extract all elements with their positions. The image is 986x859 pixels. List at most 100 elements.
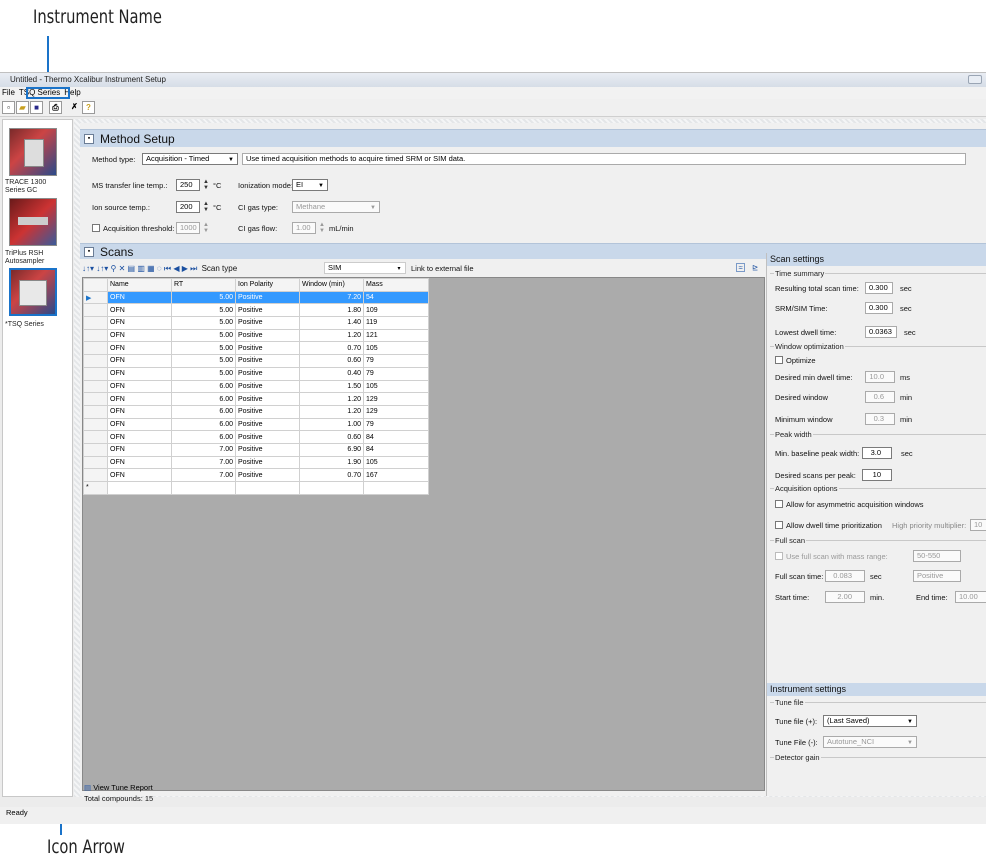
- scan-type-select[interactable]: SIM ▾: [324, 262, 406, 274]
- table-cell[interactable]: 5.00: [171, 290, 236, 305]
- minimum-window-input[interactable]: 0.3: [865, 413, 895, 425]
- table-row[interactable]: ▶ OFN 5.00 Positive 7.20 54: [83, 290, 429, 305]
- table-cell[interactable]: Positive: [235, 290, 300, 305]
- spinner-icon[interactable]: ▲ ▼: [201, 222, 211, 234]
- sort-desc-icon[interactable]: ↓↑▾: [96, 264, 108, 273]
- new-icon[interactable]: ▫: [2, 101, 15, 114]
- row-header[interactable]: [83, 417, 108, 432]
- table-cell[interactable]: 121: [363, 328, 429, 343]
- spinner-icon[interactable]: ▲ ▼: [317, 222, 327, 234]
- table-cell[interactable]: 5.00: [171, 354, 236, 368]
- row-header[interactable]: ▶: [83, 290, 108, 305]
- table-cell[interactable]: 7.00: [171, 442, 236, 457]
- dwell-prioritization-checkbox[interactable]: [775, 521, 783, 529]
- table-cell[interactable]: 129: [363, 392, 429, 406]
- row-header[interactable]: [83, 442, 108, 457]
- tune-plus-select[interactable]: (Last Saved) ▼: [823, 715, 917, 727]
- delete-icon[interactable]: ✕: [119, 264, 126, 273]
- table-cell[interactable]: 7.00: [171, 455, 236, 470]
- paste-icon[interactable]: ▥: [137, 264, 145, 273]
- collapse-icon[interactable]: ▪: [84, 134, 94, 144]
- column-header[interactable]: Ion Polarity: [235, 278, 300, 292]
- spinner-icon[interactable]: ▲ ▼: [201, 179, 211, 191]
- table-cell[interactable]: 79: [363, 417, 429, 432]
- table-cell[interactable]: 84: [363, 430, 429, 444]
- gc-instrument-icon[interactable]: [9, 128, 57, 176]
- table-row[interactable]: OFN 5.00 Positive 0.40 79: [83, 366, 429, 381]
- acq-threshold-checkbox[interactable]: [92, 224, 100, 232]
- asymmetric-checkbox[interactable]: [775, 500, 783, 508]
- start-time-input[interactable]: 2.00: [825, 591, 865, 603]
- table-cell[interactable]: 129: [363, 404, 429, 419]
- row-header[interactable]: [83, 379, 108, 394]
- table-cell[interactable]: 105: [363, 455, 429, 470]
- pin-icon[interactable]: ⊵: [752, 263, 758, 272]
- table-row[interactable]: OFN 7.00 Positive 0.70 167: [83, 468, 429, 482]
- table-cell[interactable]: 79: [363, 366, 429, 381]
- optimize-checkbox[interactable]: [775, 356, 783, 364]
- row-header[interactable]: [83, 341, 108, 356]
- table-cell[interactable]: OFN: [107, 417, 172, 432]
- table-cell[interactable]: 105: [363, 341, 429, 356]
- table-cell[interactable]: Positive: [235, 468, 300, 482]
- table-cell[interactable]: 6.00: [171, 417, 236, 432]
- table-cell[interactable]: Positive: [235, 430, 300, 444]
- table-cell[interactable]: 79: [363, 354, 429, 368]
- table-cell[interactable]: 6.00: [171, 430, 236, 444]
- table-cell[interactable]: Positive: [235, 328, 300, 343]
- table-cell[interactable]: OFN: [107, 404, 172, 419]
- table-cell[interactable]: Positive: [235, 303, 300, 318]
- table-cell[interactable]: OFN: [107, 341, 172, 356]
- minimize-button[interactable]: [968, 75, 982, 84]
- find-icon[interactable]: ⚲: [111, 264, 117, 273]
- first-record-icon[interactable]: ⏮: [164, 264, 171, 273]
- table-row[interactable]: OFN 5.00 Positive 1.80 109: [83, 303, 429, 318]
- ci-gas-flow-input[interactable]: 1.00: [292, 222, 316, 234]
- table-row[interactable]: OFN 6.00 Positive 1.50 105: [83, 379, 429, 394]
- table-row[interactable]: OFN 5.00 Positive 0.60 79: [83, 354, 429, 368]
- table-cell[interactable]: OFN: [107, 379, 172, 394]
- menu-file[interactable]: File: [0, 88, 17, 97]
- link-external-file[interactable]: Link to external file: [411, 264, 474, 273]
- table-cell[interactable]: 1.20: [299, 328, 364, 343]
- table-cell[interactable]: OFN: [107, 328, 172, 343]
- row-header[interactable]: [83, 468, 108, 482]
- table-cell[interactable]: 1.90: [299, 455, 364, 470]
- table-cell[interactable]: Positive: [235, 404, 300, 419]
- spinner-icon[interactable]: ▲ ▼: [201, 201, 211, 213]
- refresh-icon[interactable]: ◌: [157, 264, 162, 273]
- row-header[interactable]: [83, 404, 108, 419]
- table-cell[interactable]: OFN: [107, 430, 172, 444]
- open-icon[interactable]: ▰: [16, 101, 29, 114]
- table-cell[interactable]: 119: [363, 316, 429, 330]
- table-cell[interactable]: 109: [363, 303, 429, 318]
- row-header[interactable]: [83, 366, 108, 381]
- high-priority-input[interactable]: 10: [970, 519, 986, 531]
- table-cell[interactable]: 1.20: [299, 392, 364, 406]
- autosampler-instrument-icon[interactable]: [9, 198, 57, 246]
- table-cell[interactable]: 0.40: [299, 366, 364, 381]
- row-header[interactable]: [83, 354, 108, 368]
- import-icon[interactable]: ▦: [147, 264, 155, 273]
- table-cell[interactable]: OFN: [107, 468, 172, 482]
- table-row[interactable]: OFN 5.00 Positive 0.70 105: [83, 341, 429, 356]
- table-row[interactable]: OFN 6.00 Positive 0.60 84: [83, 430, 429, 444]
- table-row[interactable]: OFN 6.00 Positive 1.00 79: [83, 417, 429, 432]
- table-cell[interactable]: Positive: [235, 354, 300, 368]
- row-header[interactable]: [83, 430, 108, 444]
- table-cell[interactable]: OFN: [107, 366, 172, 381]
- table-cell[interactable]: Positive: [235, 316, 300, 330]
- table-cell[interactable]: 5.00: [171, 366, 236, 381]
- min-baseline-input[interactable]: 3.0: [862, 447, 892, 459]
- column-header[interactable]: Name: [107, 278, 172, 292]
- table-cell[interactable]: Positive: [235, 392, 300, 406]
- row-header[interactable]: [83, 392, 108, 406]
- table-cell[interactable]: Positive: [235, 341, 300, 356]
- cut-icon[interactable]: ✗: [68, 101, 81, 114]
- tsq-instrument-icon[interactable]: [9, 268, 57, 316]
- table-cell[interactable]: Positive: [235, 417, 300, 432]
- sort-asc-icon[interactable]: ↓↑▾: [82, 264, 94, 273]
- ionization-select[interactable]: EI ▼: [292, 179, 328, 191]
- save-icon[interactable]: ■: [30, 101, 43, 114]
- previous-record-icon[interactable]: ◀: [173, 264, 179, 273]
